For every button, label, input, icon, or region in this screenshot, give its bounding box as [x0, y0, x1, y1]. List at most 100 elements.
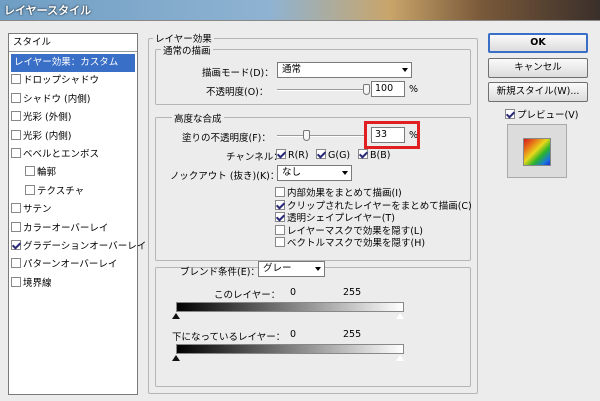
style-item-checkbox[interactable] — [11, 148, 21, 158]
underlying-layer-min: 0 — [290, 329, 297, 340]
advanced-blend-title: 高度な合成 — [172, 111, 224, 125]
blend-if-select[interactable]: グレー — [258, 261, 325, 277]
this-layer-max: 255 — [343, 287, 362, 298]
underlying-layer-black-handle[interactable] — [172, 355, 180, 361]
advanced-option-checkbox[interactable] — [275, 224, 285, 235]
preview-checkbox[interactable] — [505, 109, 515, 119]
style-item-label: パターンオーバーレイ — [23, 259, 118, 271]
opacity-slider-track[interactable] — [277, 89, 367, 91]
blend-if-value: グレー — [263, 263, 292, 274]
opacity-unit: % — [409, 84, 419, 95]
style-item-label: シャドウ (内側) — [23, 93, 91, 105]
opacity-label: 不透明度(O)： — [206, 87, 269, 98]
style-list-item[interactable]: パターンオーバーレイ — [11, 256, 135, 274]
chevron-down-icon — [402, 68, 408, 72]
style-list: スタイル レイヤー効果：カスタムドロップシャドウ シャドウ (内側) 光彩 (外側)… — [8, 33, 146, 395]
style-item-label: テクスチャ — [37, 185, 85, 197]
knockout-label: ノックアウト (抜き)(K)： — [170, 171, 280, 182]
style-item-label: 輪郭 — [37, 167, 57, 179]
cancel-button[interactable]: キャンセル — [488, 58, 588, 78]
channel-b-label: B(B) — [370, 150, 391, 161]
blend-mode-label: 描画モード(D)： — [202, 68, 274, 79]
underlying-layer-gradient — [176, 344, 404, 354]
style-item-checkbox[interactable] — [11, 74, 21, 85]
style-list-item[interactable]: カラーオーバーレイ — [11, 220, 135, 238]
style-list-item[interactable]: グラデーションオーバーレイ — [11, 238, 146, 256]
blend-mode-select[interactable]: 通常 — [277, 62, 412, 78]
advanced-option-checkbox[interactable] — [275, 187, 285, 197]
underlying-layer-label: 下になっているレイヤー： — [172, 332, 286, 343]
style-item-label: レイヤー効果：カスタム — [14, 57, 119, 68]
style-list-item[interactable]: 輪郭 — [25, 164, 135, 182]
style-list-item[interactable]: シャドウ (内側) — [11, 91, 135, 109]
style-item-checkbox[interactable] — [25, 166, 35, 177]
channel-r-checkbox[interactable] — [276, 149, 286, 159]
style-item-checkbox[interactable] — [11, 203, 21, 214]
style-list-item[interactable]: 境界線 — [11, 275, 135, 293]
channel-g-label: G(G) — [328, 150, 351, 161]
opacity-slider-handle[interactable] — [363, 84, 370, 95]
normal-blend-title: 通常の描画 — [161, 43, 213, 57]
style-item-checkbox[interactable] — [11, 111, 21, 122]
channel-b[interactable]: B(B) — [358, 149, 390, 161]
channels-label: チャンネル： — [226, 152, 283, 163]
style-list-item[interactable]: ドロップシャドウ — [11, 72, 135, 90]
advanced-option-checkbox[interactable] — [275, 237, 285, 248]
new-style-button[interactable]: 新規スタイル(W)... — [488, 82, 588, 102]
blend-if-group — [155, 267, 471, 387]
style-item-label: ベベルとエンボス — [23, 149, 100, 160]
style-list-item[interactable]: 光彩 (内側) — [11, 128, 135, 146]
highlight-box — [364, 121, 420, 149]
style-item-checkbox[interactable] — [11, 129, 21, 140]
style-list-item[interactable]: テクスチャ — [25, 183, 135, 201]
channel-b-checkbox[interactable] — [358, 149, 368, 159]
channel-r[interactable]: R(R) — [276, 149, 309, 161]
style-item-label: グラデーションオーバーレイ — [23, 241, 147, 252]
style-item-label: カラーオーバーレイ — [23, 222, 109, 234]
style-item-label: 境界線 — [23, 277, 52, 289]
style-item-checkbox[interactable] — [25, 184, 35, 195]
channel-g[interactable]: G(G) — [316, 149, 350, 161]
this-layer-white-handle[interactable] — [395, 312, 405, 320]
layer-style-dialog: スタイル レイヤー効果：カスタムドロップシャドウ シャドウ (内側) 光彩 (外側)… — [0, 20, 600, 401]
this-layer-min: 0 — [290, 287, 297, 298]
style-item-label: ドロップシャドウ — [23, 75, 100, 87]
underlying-layer-white-handle[interactable] — [395, 354, 405, 362]
fill-opacity-slider-track[interactable] — [277, 135, 367, 137]
fill-opacity-label: 塗りの不透明度(F)： — [182, 133, 271, 144]
ok-button[interactable]: OK — [488, 33, 588, 53]
style-item-checkbox[interactable] — [11, 221, 21, 232]
advanced-option[interactable]: ベクトルマスクで効果を隠す(H) — [275, 235, 425, 249]
knockout-select[interactable]: なし — [277, 165, 352, 181]
style-list-item[interactable]: ベベルとエンボス — [11, 146, 135, 164]
style-list-header: スタイル — [9, 34, 137, 52]
this-layer-label: このレイヤー： — [214, 290, 281, 301]
underlying-layer-max: 255 — [343, 329, 362, 340]
blend-if-label: ブレンド条件(E)： — [180, 267, 260, 278]
style-item-checkbox[interactable] — [11, 92, 21, 103]
style-item-label: 光彩 (内側) — [23, 130, 72, 142]
style-list-item[interactable]: 光彩 (外側) — [11, 109, 135, 127]
style-list-item[interactable]: レイヤー効果：カスタム — [11, 54, 135, 72]
preview-swatch — [523, 138, 551, 166]
chevron-down-icon — [342, 171, 348, 175]
preview-label: プレビュー(V) — [517, 110, 579, 121]
advanced-option-label: ベクトルマスクで効果を隠す(H) — [287, 238, 426, 250]
style-list-item[interactable]: サテン — [11, 201, 135, 219]
style-item-label: サテン — [23, 204, 52, 216]
opacity-input[interactable]: 100 — [371, 81, 405, 97]
advanced-option-checkbox[interactable] — [275, 199, 285, 210]
style-item-checkbox[interactable] — [11, 240, 21, 250]
style-item-checkbox[interactable] — [11, 258, 21, 269]
channel-r-label: R(R) — [288, 150, 309, 161]
window-title: レイヤースタイル — [4, 4, 92, 17]
channel-g-checkbox[interactable] — [316, 149, 326, 159]
blend-mode-value: 通常 — [282, 64, 302, 75]
style-preview — [507, 124, 567, 178]
preview-option[interactable]: プレビュー(V) — [505, 107, 578, 121]
advanced-option-checkbox[interactable] — [275, 212, 285, 223]
this-layer-black-handle[interactable] — [172, 313, 180, 319]
style-item-checkbox[interactable] — [11, 276, 21, 287]
fill-opacity-slider-handle[interactable] — [302, 130, 310, 141]
this-layer-gradient — [176, 302, 404, 312]
